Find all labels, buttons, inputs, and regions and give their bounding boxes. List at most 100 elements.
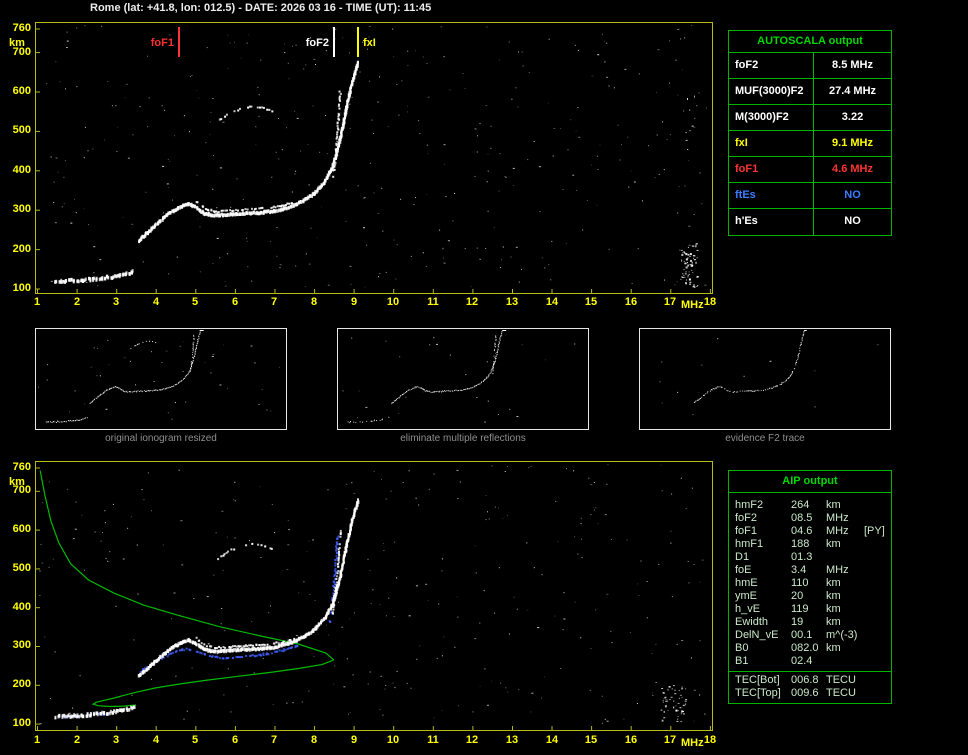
autoscala-row: foF1 4.6 MHz xyxy=(729,157,891,183)
autoscala-output-table: AUTOSCALA output foF2 8.5 MHz MUF(3000)F2 2… xyxy=(728,30,892,236)
aip-row-unit: km xyxy=(826,577,841,589)
autoscala-screen: Rome (lat: +41.8, lon: 012.5) - DATE: 20… xyxy=(0,0,968,755)
aip-row-value: 119 xyxy=(791,603,809,615)
aip-row-unit: TECU xyxy=(826,687,856,699)
thumbnail-caption-f2: evidence F2 trace xyxy=(725,433,805,444)
aip-row-name: foF1 xyxy=(735,525,758,537)
aip-row-unit: m^(-3) xyxy=(826,629,858,641)
aip-row-name: h_vE xyxy=(735,603,761,615)
top-plot-x-axis-unit: MHz xyxy=(681,299,704,311)
top-plot-x-tick-label: 15 xyxy=(584,296,598,308)
aip-row-unit xyxy=(826,655,864,668)
top-plot-x-tick-label: 11 xyxy=(427,296,439,308)
bottom-plot-x-axis-unit: MHz xyxy=(681,737,704,749)
thumbnail-canvas-2 xyxy=(659,330,879,416)
aip-row-name: TEC[Bot] xyxy=(735,674,780,686)
top-ionogram-canvas xyxy=(36,25,711,293)
autoscala-row-value: 9.1 MHz xyxy=(832,137,873,149)
aip-row: Ewidth 19 km xyxy=(729,616,891,629)
top-plot-x-tick-label: 4 xyxy=(152,296,160,308)
aip-row-unit: MHz xyxy=(826,525,849,537)
aip-row-value: 04.6 xyxy=(791,525,813,537)
autoscala-row-label: fxI xyxy=(729,131,814,156)
top-plot-y-tick-label: 500 xyxy=(12,124,31,136)
bottom-plot-y-tick-label: 300 xyxy=(12,639,31,651)
aip-table-body: hmF2 264 km foF2 08.5 MHz foF1 04.6 MHz [PY] hmF1 1… xyxy=(729,493,891,703)
aip-row-name: foF2 xyxy=(735,512,758,524)
bottom-plot-x-tick-label: 6 xyxy=(231,734,239,746)
top-plot-y-tick-label: 600 xyxy=(12,85,31,97)
thumbnail-canvas-0 xyxy=(38,330,280,423)
aip-row-extra xyxy=(864,577,891,590)
aip-row-unit: TECU xyxy=(826,674,856,686)
marker-label-foF1: foF1 xyxy=(150,37,174,49)
aip-row-name: hmE xyxy=(735,577,758,589)
aip-row: foE 3.4 MHz xyxy=(729,564,891,577)
bottom-plot-y-tick-label: 100 xyxy=(12,717,31,729)
aip-row-name: D1 xyxy=(735,551,750,563)
aip-row: hmF1 188 km xyxy=(729,538,891,551)
autoscala-row: M(3000)F2 3.22 xyxy=(729,105,891,131)
aip-row: B0 082.0 km xyxy=(729,642,891,655)
top-plot-x-tick-label: 7 xyxy=(270,296,278,308)
aip-row-extra xyxy=(864,616,891,629)
thumbnail-caption-multiple: eliminate multiple reflections xyxy=(400,433,526,444)
bottom-plot-x-tick-label: 7 xyxy=(270,734,278,746)
top-plot-y-tick-label: 300 xyxy=(12,203,31,215)
top-plot-x-tick-label: 8 xyxy=(310,296,318,308)
top-plot-x-tick-label: 16 xyxy=(624,296,638,308)
aip-row-name: foE xyxy=(735,564,752,576)
aip-row-name: ymE xyxy=(735,590,757,602)
aip-row: foF1 04.6 MHz [PY] xyxy=(729,525,891,538)
aip-row-unit xyxy=(826,551,864,564)
aip-row-unit: km xyxy=(826,603,841,615)
autoscala-row-value: 8.5 MHz xyxy=(832,59,873,71)
aip-row: B1 02.4 xyxy=(729,655,891,668)
aip-row-name: B0 xyxy=(735,642,749,654)
top-plot-x-tick-label: 13 xyxy=(505,296,519,308)
aip-row-extra xyxy=(864,564,891,577)
thumbnail-caption-original: original ionogram resized xyxy=(105,433,217,444)
bottom-plot-y-tick-label: 400 xyxy=(12,601,31,613)
aip-row: DelN_vE 00.1 m^(-3) xyxy=(729,629,891,642)
top-plot-x-tick-label: 1 xyxy=(33,296,41,308)
aip-row: h_vE 119 km xyxy=(729,603,891,616)
bottom-ionogram-plot xyxy=(35,461,713,731)
aip-row-extra xyxy=(864,512,891,525)
thumbnail-canvas-1 xyxy=(342,330,576,424)
top-plot-y-tick-label: 100 xyxy=(12,282,31,294)
top-plot-x-tick-label: 5 xyxy=(191,296,199,308)
aip-row-value: 08.5 xyxy=(791,512,813,524)
top-plot-y-tick-label: 400 xyxy=(12,164,31,176)
bottom-plot-x-tick-label: 13 xyxy=(505,734,519,746)
aip-row-value: 3.4 xyxy=(791,564,807,576)
autoscala-table-body: foF2 8.5 MHz MUF(3000)F2 27.4 MHz M(3000)F2 3… xyxy=(729,53,891,235)
aip-output-table: AIP output hmF2 264 km foF2 08.5 MHz foF1 04.6 M… xyxy=(728,470,892,704)
aip-row-extra xyxy=(864,551,891,564)
aip-row: D1 01.3 xyxy=(729,551,891,564)
aip-row: ymE 20 km xyxy=(729,590,891,603)
aip-row-unit: km xyxy=(826,642,841,654)
aip-row-extra: [PY] xyxy=(864,525,885,537)
top-plot-x-tick-label: 9 xyxy=(350,296,358,308)
aip-row-extra xyxy=(864,603,891,616)
aip-row-name: hmF1 xyxy=(735,538,764,550)
bottom-plot-x-tick-label: 9 xyxy=(350,734,358,746)
autoscala-row-value: 3.22 xyxy=(841,111,864,123)
aip-row-unit: km xyxy=(826,499,841,511)
autoscala-row-value: NO xyxy=(844,215,861,227)
aip-row-value: 20 xyxy=(791,590,804,602)
autoscala-row-value: 4.6 MHz xyxy=(832,163,873,175)
bottom-plot-x-tick-label: 11 xyxy=(427,734,439,746)
thumbnail-f2-trace-evidence xyxy=(639,328,891,430)
bottom-plot-x-tick-label: 14 xyxy=(545,734,559,746)
aip-row-name: Ewidth xyxy=(735,616,769,628)
aip-row-value: 188 xyxy=(791,538,810,550)
bottom-plot-x-tick-label: 16 xyxy=(624,734,638,746)
aip-table-title: AIP output xyxy=(729,471,891,493)
bottom-plot-y-axis-unit: km xyxy=(9,476,25,488)
aip-row-value: 006.8 xyxy=(791,674,819,686)
aip-row-unit: MHz xyxy=(826,512,849,524)
aip-row-unit: MHz xyxy=(826,564,849,576)
aip-tec-row: TEC[Top] 009.6 TECU xyxy=(729,687,891,700)
